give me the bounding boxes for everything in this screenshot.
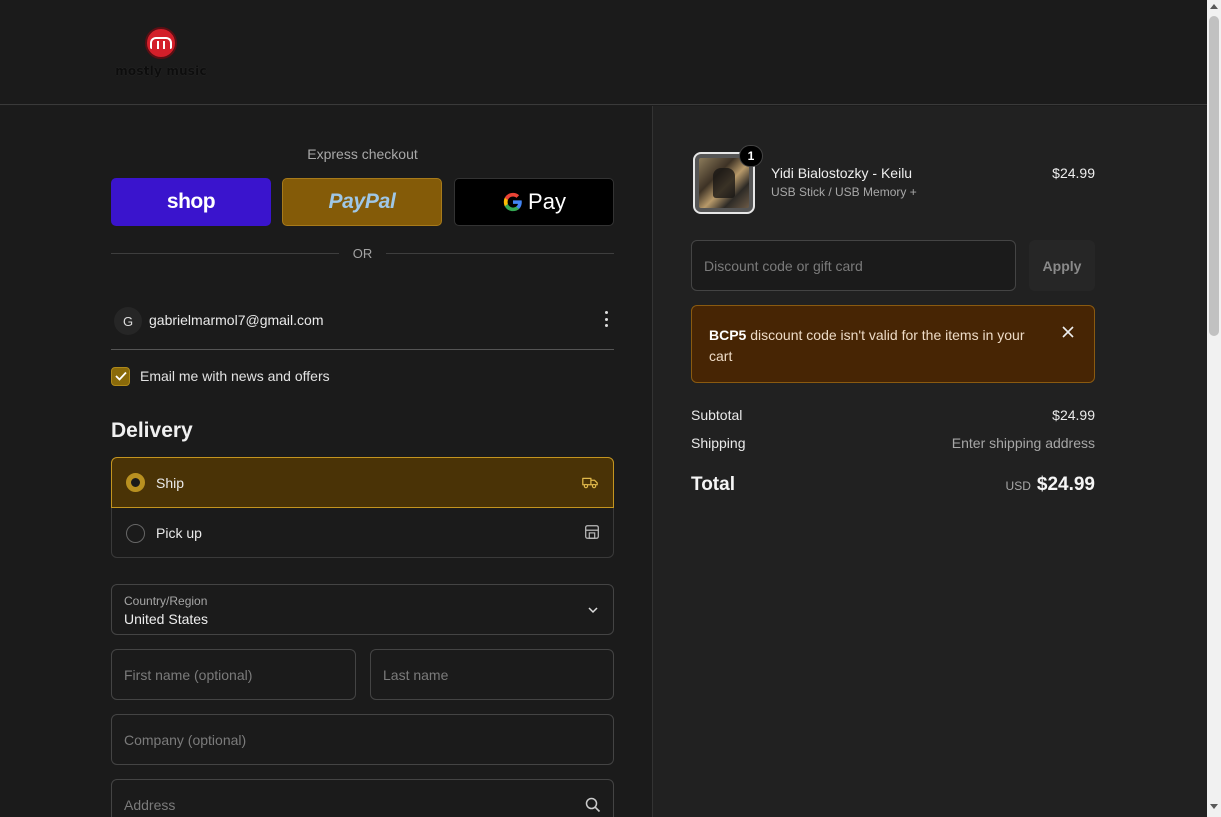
country-select[interactable]: Country/Region United States (111, 584, 614, 635)
truck-icon (582, 477, 598, 489)
country-value: United States (124, 611, 209, 627)
total-price: USD $24.99 (900, 474, 1095, 496)
total-currency: USD (1005, 479, 1031, 493)
shipping-label: Shipping (691, 435, 746, 451)
address-placeholder: Address (124, 797, 176, 813)
newsletter-checkbox[interactable] (111, 366, 130, 386)
first-name-placeholder: First name (optional) (124, 667, 253, 683)
delivery-title: Delivery (111, 419, 193, 442)
first-name-field[interactable]: First name (optional) (111, 649, 356, 700)
product-price: $24.99 (1052, 165, 1095, 181)
logo-icon (145, 27, 177, 59)
address-field[interactable]: Address (111, 779, 614, 817)
company-field[interactable]: Company (optional) (111, 714, 614, 765)
shipping-value: Enter shipping address (951, 435, 1095, 451)
pickup-label: Pick up (156, 525, 202, 541)
brand-logo[interactable]: mostly music (113, 26, 209, 82)
total-label: Total (691, 474, 735, 495)
quantity-badge: 1 (739, 145, 763, 167)
delivery-option-ship[interactable]: Ship (111, 457, 614, 508)
country-label: Country/Region (124, 594, 208, 608)
scroll-down-arrow-icon[interactable] (1210, 804, 1218, 809)
store-icon (585, 525, 599, 539)
account-email: gabrielmarmol7@gmail.com (149, 312, 324, 328)
pickup-radio[interactable] (126, 523, 145, 543)
scroll-up-arrow-icon[interactable] (1210, 4, 1218, 9)
discount-code: BCP5 (709, 327, 747, 343)
subtotal-label: Subtotal (691, 407, 743, 423)
chevron-down-icon (588, 607, 598, 614)
express-checkout-title: Express checkout (307, 146, 418, 162)
newsletter-label: Email me with news and offers (140, 368, 330, 384)
last-name-placeholder: Last name (383, 667, 449, 683)
product-name: Yidi Bialostozky - Keilu (771, 165, 913, 181)
or-label: OR (352, 246, 373, 261)
or-divider: OR (111, 245, 614, 263)
company-placeholder: Company (optional) (124, 732, 247, 748)
discount-error-alert: BCP5 discount code isn't valid for the i… (691, 305, 1095, 383)
ship-radio[interactable] (126, 473, 145, 492)
account-row: G gabrielmarmol7@gmail.com (111, 305, 614, 350)
brand-name: mostly music (115, 64, 207, 78)
last-name-field[interactable]: Last name (370, 649, 614, 700)
google-pay-label: Pay (528, 189, 566, 214)
discount-placeholder: Discount code or gift card (704, 258, 863, 274)
close-icon[interactable] (1061, 325, 1075, 339)
delivery-option-pickup[interactable]: Pick up (112, 508, 615, 558)
checkmark-icon (114, 371, 127, 381)
search-icon (585, 797, 601, 813)
avatar: G (114, 307, 142, 335)
ship-label: Ship (156, 474, 185, 491)
google-g-icon (503, 192, 522, 212)
delivery-method-group: Ship Pick up (111, 457, 614, 558)
product-variant: USB Stick / USB Memory + (771, 185, 917, 199)
total-amount: $24.99 (1036, 474, 1095, 495)
discount-error-text: discount code isn't valid for the items … (709, 327, 1025, 364)
scrollbar-thumb[interactable] (1209, 16, 1219, 336)
more-options-icon[interactable] (602, 311, 610, 327)
paypal-button[interactable]: PayPal (282, 178, 442, 226)
subtotal-value: $24.99 (1052, 407, 1095, 423)
newsletter-option[interactable]: Email me with news and offers (111, 366, 330, 386)
discount-code-input[interactable]: Discount code or gift card (691, 240, 1016, 291)
google-pay-button[interactable]: Pay (454, 178, 614, 226)
shop-pay-button[interactable]: shop (111, 178, 271, 226)
paypal-label: PayPal (328, 190, 396, 213)
discount-error-message: BCP5 discount code isn't valid for the i… (709, 325, 1039, 367)
shop-pay-label: shop (166, 190, 216, 213)
site-header: mostly music (0, 0, 1207, 105)
apply-discount-button[interactable]: Apply (1029, 240, 1095, 291)
